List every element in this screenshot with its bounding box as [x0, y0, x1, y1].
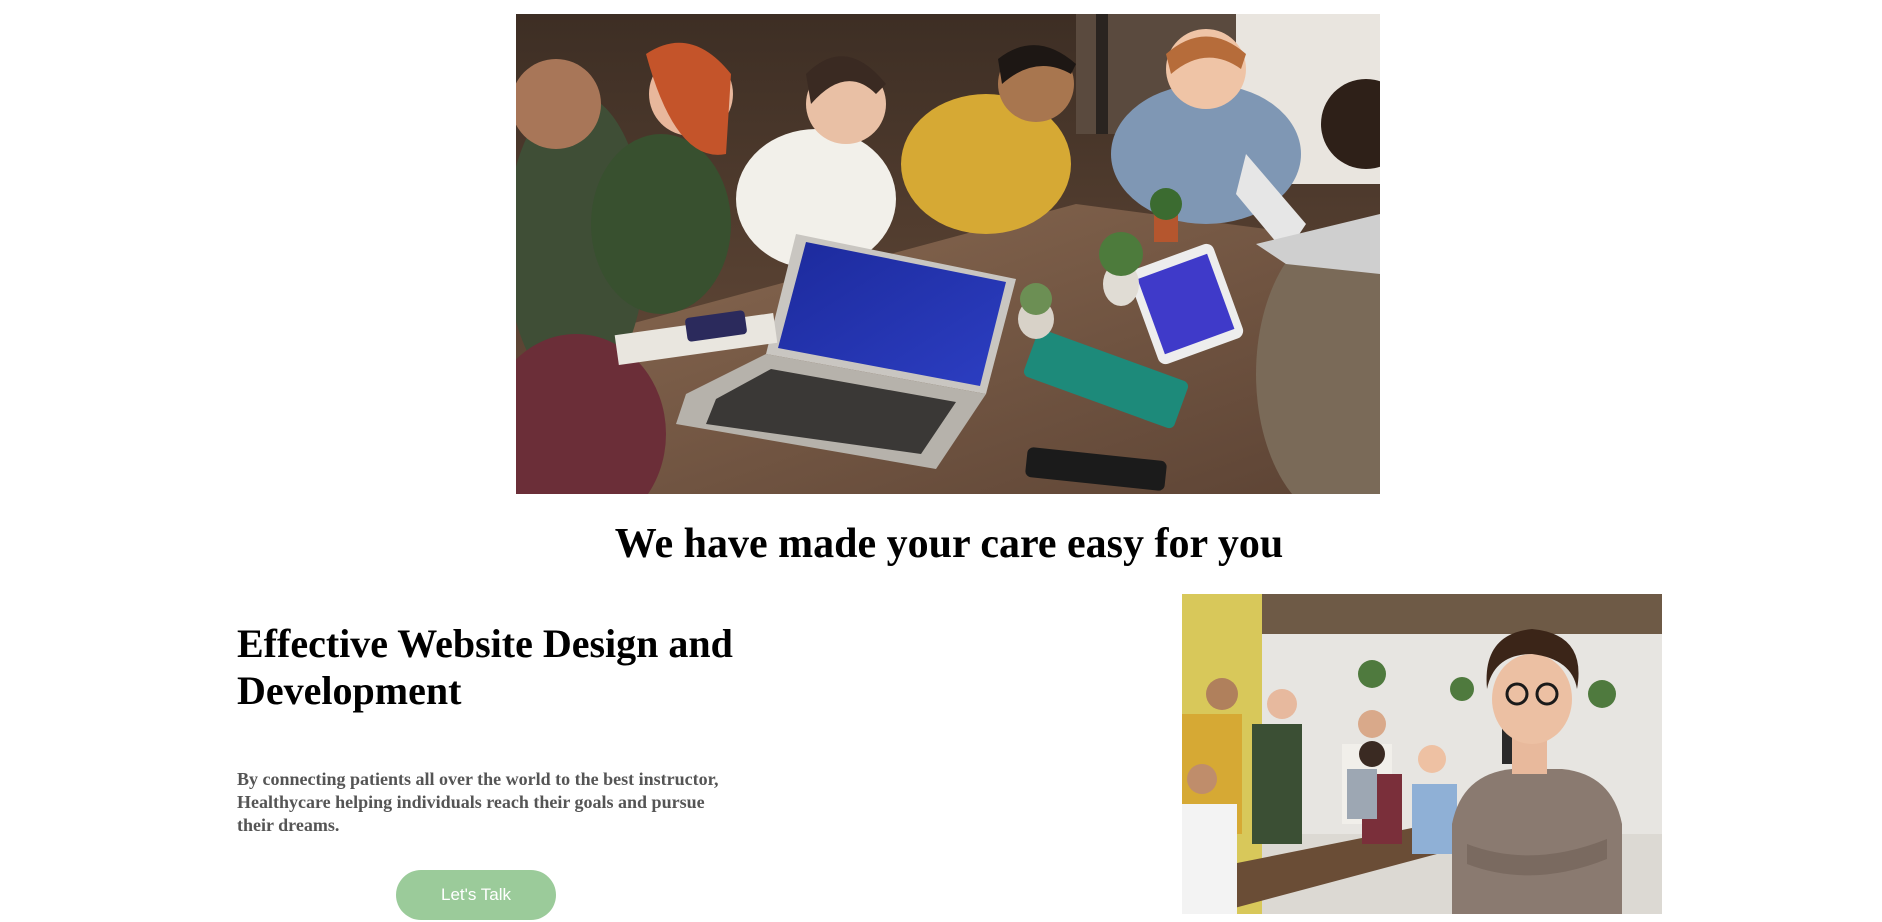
business-woman-photo: [1182, 594, 1662, 914]
office-team-illustration: [1182, 594, 1662, 914]
lets-talk-button[interactable]: Let's Talk: [396, 870, 556, 920]
team-meeting-illustration: [516, 14, 1380, 494]
section-heading: We have made your care easy for you: [614, 521, 1284, 567]
feature-title: Effective Website Design and Development: [237, 621, 733, 713]
feature-description: By connecting patients all over the worl…: [237, 769, 719, 835]
hero-team-photo: [516, 14, 1380, 494]
